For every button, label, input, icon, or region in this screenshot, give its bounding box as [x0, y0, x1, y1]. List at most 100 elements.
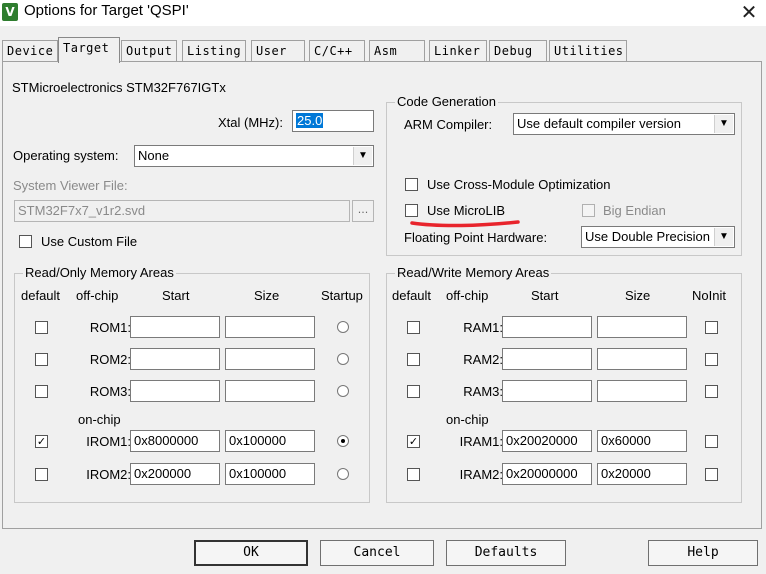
rom-start-input[interactable]: [130, 316, 220, 338]
ram-start-input[interactable]: [502, 348, 592, 370]
rom-row-label: ROM2:: [89, 352, 131, 367]
noinit-checkbox[interactable]: [705, 321, 718, 334]
cross-module-label: Use Cross-Module Optimization: [427, 177, 611, 192]
readwrite-memory-title: Read/Write Memory Areas: [395, 265, 552, 280]
rom-size-input[interactable]: 0x100000: [225, 463, 315, 485]
chevron-down-icon: ▼: [714, 228, 733, 246]
rom-size-input[interactable]: 0x100000: [225, 430, 315, 452]
os-select[interactable]: None ▼: [134, 145, 374, 167]
rom-onchip-label: on-chip: [78, 412, 121, 427]
rom-header-startup: Startup: [321, 288, 363, 303]
big-endian-checkbox[interactable]: [582, 204, 595, 217]
rom-start-input[interactable]: 0x200000: [130, 463, 220, 485]
ram-size-input[interactable]: [597, 348, 687, 370]
cancel-button[interactable]: Cancel: [320, 540, 434, 566]
startup-radio[interactable]: [337, 435, 349, 447]
ram-row-label: RAM2:: [463, 352, 503, 367]
help-button[interactable]: Help: [648, 540, 758, 566]
ram-start-input[interactable]: 0x20000000: [502, 463, 592, 485]
svd-browse-button[interactable]: ...: [352, 200, 374, 222]
tab-target[interactable]: Target: [58, 37, 120, 63]
tab-linker[interactable]: Linker: [429, 40, 487, 61]
device-name: STMicroelectronics STM32F767IGTx: [12, 80, 226, 95]
ok-button[interactable]: OK: [194, 540, 308, 566]
noinit-checkbox[interactable]: [705, 385, 718, 398]
rom-default-checkbox[interactable]: [35, 385, 48, 398]
rom-size-input[interactable]: [225, 348, 315, 370]
tab-utilities[interactable]: Utilities: [549, 40, 627, 61]
rom-size-input[interactable]: [225, 380, 315, 402]
readonly-memory-title: Read/Only Memory Areas: [23, 265, 176, 280]
rom-start-input[interactable]: [130, 348, 220, 370]
tab-listing[interactable]: Listing: [182, 40, 246, 61]
tab-user[interactable]: User: [251, 40, 305, 61]
xtal-label: Xtal (MHz):: [218, 115, 283, 130]
tab-debug[interactable]: Debug: [489, 40, 547, 61]
arm-compiler-label: ARM Compiler:: [404, 117, 493, 132]
arm-compiler-select[interactable]: Use default compiler version ▼: [513, 113, 735, 135]
rom-default-checkbox[interactable]: ✓: [35, 435, 48, 448]
rom-header-default: default: [21, 288, 61, 303]
use-custom-file-checkbox[interactable]: [19, 235, 32, 248]
cross-module-checkbox[interactable]: [405, 178, 418, 191]
title-bar: V Options for Target 'QSPI' ✕: [0, 0, 766, 26]
big-endian-label: Big Endian: [603, 203, 666, 218]
close-icon[interactable]: ✕: [738, 1, 760, 23]
xtal-input[interactable]: 25.0: [292, 110, 374, 132]
ram-start-input[interactable]: 0x20020000: [502, 430, 592, 452]
arm-compiler-value: Use default compiler version: [517, 116, 682, 131]
tab-c-cpp[interactable]: C/C++: [309, 40, 365, 61]
tab-output[interactable]: Output: [121, 40, 177, 61]
rom-start-input[interactable]: 0x8000000: [130, 430, 220, 452]
rom-row-label: IROM1:: [86, 434, 131, 449]
fpu-select[interactable]: Use Double Precision ▼: [581, 226, 735, 248]
ram-default-checkbox[interactable]: [407, 353, 420, 366]
rom-size-input[interactable]: [225, 316, 315, 338]
code-generation-title: Code Generation: [395, 94, 499, 109]
rom-header-size: Size: [254, 288, 280, 303]
rom-header-start: Start: [162, 288, 190, 303]
os-value: None: [138, 148, 170, 163]
ram-header-noinit: NoInit: [692, 288, 726, 303]
rom-start-input[interactable]: [130, 380, 220, 402]
rom-row-label: IROM2:: [86, 467, 131, 482]
startup-radio[interactable]: [337, 468, 349, 480]
svd-file-field[interactable]: STM32F7x7_v1r2.svd: [14, 200, 350, 222]
ram-size-input[interactable]: [597, 316, 687, 338]
ram-row-label: IRAM2:: [459, 467, 503, 482]
ram-default-checkbox[interactable]: [407, 321, 420, 334]
rom-row-label: ROM1:: [89, 320, 131, 335]
ram-row-label: RAM1:: [463, 320, 503, 335]
ram-start-input[interactable]: [502, 316, 592, 338]
ram-default-checkbox[interactable]: [407, 385, 420, 398]
ram-header-size: Size: [625, 288, 651, 303]
noinit-checkbox[interactable]: [705, 353, 718, 366]
fpu-value: Use Double Precision: [585, 229, 711, 244]
defaults-button[interactable]: Defaults: [446, 540, 566, 566]
tab-asm[interactable]: Asm: [369, 40, 425, 61]
chevron-down-icon: ▼: [353, 147, 372, 165]
ram-start-input[interactable]: [502, 380, 592, 402]
ram-row-label: RAM3:: [463, 384, 503, 399]
startup-radio[interactable]: [337, 385, 349, 397]
startup-radio[interactable]: [337, 353, 349, 365]
ram-size-input[interactable]: 0x20000: [597, 463, 687, 485]
rom-default-checkbox[interactable]: [35, 468, 48, 481]
ram-default-checkbox[interactable]: ✓: [407, 435, 420, 448]
startup-radio[interactable]: [337, 321, 349, 333]
rom-default-checkbox[interactable]: [35, 321, 48, 334]
noinit-checkbox[interactable]: [705, 435, 718, 448]
fpu-label: Floating Point Hardware:: [404, 230, 548, 245]
noinit-checkbox[interactable]: [705, 468, 718, 481]
rom-default-checkbox[interactable]: [35, 353, 48, 366]
use-custom-file-label: Use Custom File: [41, 234, 138, 249]
ram-size-input[interactable]: [597, 380, 687, 402]
ram-default-checkbox[interactable]: [407, 468, 420, 481]
chevron-down-icon: ▼: [714, 115, 733, 133]
rom-header-offchip: off-chip: [76, 288, 119, 303]
tab-device[interactable]: Device: [2, 40, 58, 61]
ram-row-label: IRAM1:: [459, 434, 503, 449]
ram-size-input[interactable]: 0x60000: [597, 430, 687, 452]
rom-row-label: ROM3:: [89, 384, 131, 399]
window-title: Options for Target 'QSPI': [24, 2, 189, 19]
